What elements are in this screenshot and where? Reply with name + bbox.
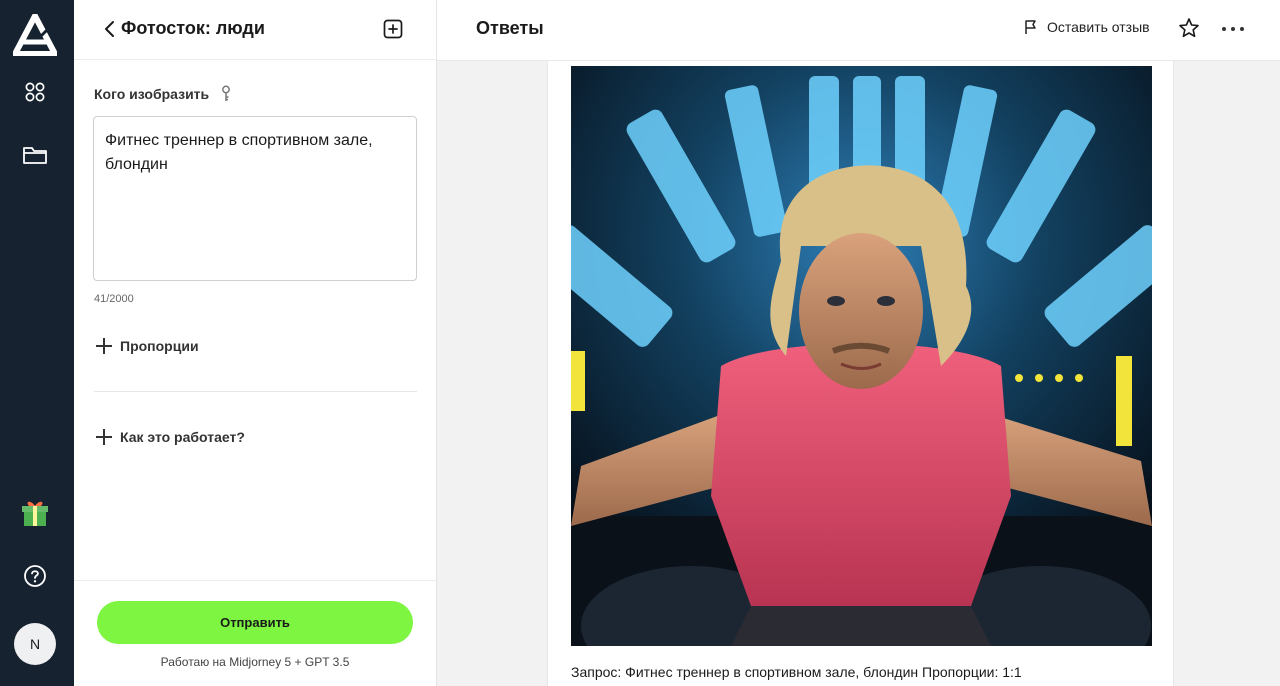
gift-icon[interactable] [19,497,51,529]
answers-title: Ответы [476,18,544,38]
nav-rail: N [0,0,74,686]
answers-header: Ответы Оставить отзыв [437,0,1280,61]
feedback-label: Оставить отзыв [1047,19,1150,35]
plus-icon [96,429,112,445]
apps-icon[interactable] [19,76,51,108]
answer-card: Запрос: Фитнес треннер в спортивном зале… [547,61,1174,686]
proportions-toggle[interactable]: Пропорции [96,334,199,358]
logo-icon[interactable] [10,9,60,57]
back-chevron-icon[interactable] [100,19,120,39]
how-it-works-label: Как это работает? [120,429,245,445]
submit-button[interactable]: Отправить [97,601,413,644]
how-it-works-toggle[interactable]: Как это работает? [96,425,245,449]
panel-title: Фотосток: люди [121,18,265,38]
panel-footer: Отправить Работаю на Midjorney 5 + GPT 3… [74,580,436,686]
key-hint-icon[interactable] [220,85,232,103]
help-icon[interactable] [19,560,51,592]
star-icon[interactable] [1178,17,1200,39]
engine-note: Работаю на Midjorney 5 + GPT 3.5 [160,655,350,669]
plus-icon [96,338,112,354]
folder-icon[interactable] [19,139,51,171]
feedback-button[interactable]: Оставить отзыв [1024,19,1150,35]
request-caption: Запрос: Фитнес треннер в спортивном зале… [571,664,1022,680]
proportions-label: Пропорции [120,338,199,354]
generated-image[interactable] [571,66,1152,646]
divider [94,391,417,392]
user-avatar[interactable]: N [14,623,56,665]
prompt-input[interactable]: Фитнес треннер в спортивном зале, блонди… [93,116,417,281]
flag-icon [1025,20,1036,34]
more-options-icon[interactable] [1222,18,1244,40]
add-square-icon[interactable] [382,18,404,40]
prompt-field-label: Кого изобразить [94,86,210,102]
panel-header: Фотосток: люди [74,0,436,60]
char-counter: 41/2000 [94,293,134,305]
generator-panel: Фотосток: люди Кого изобразить Фитнес тр… [74,0,437,686]
